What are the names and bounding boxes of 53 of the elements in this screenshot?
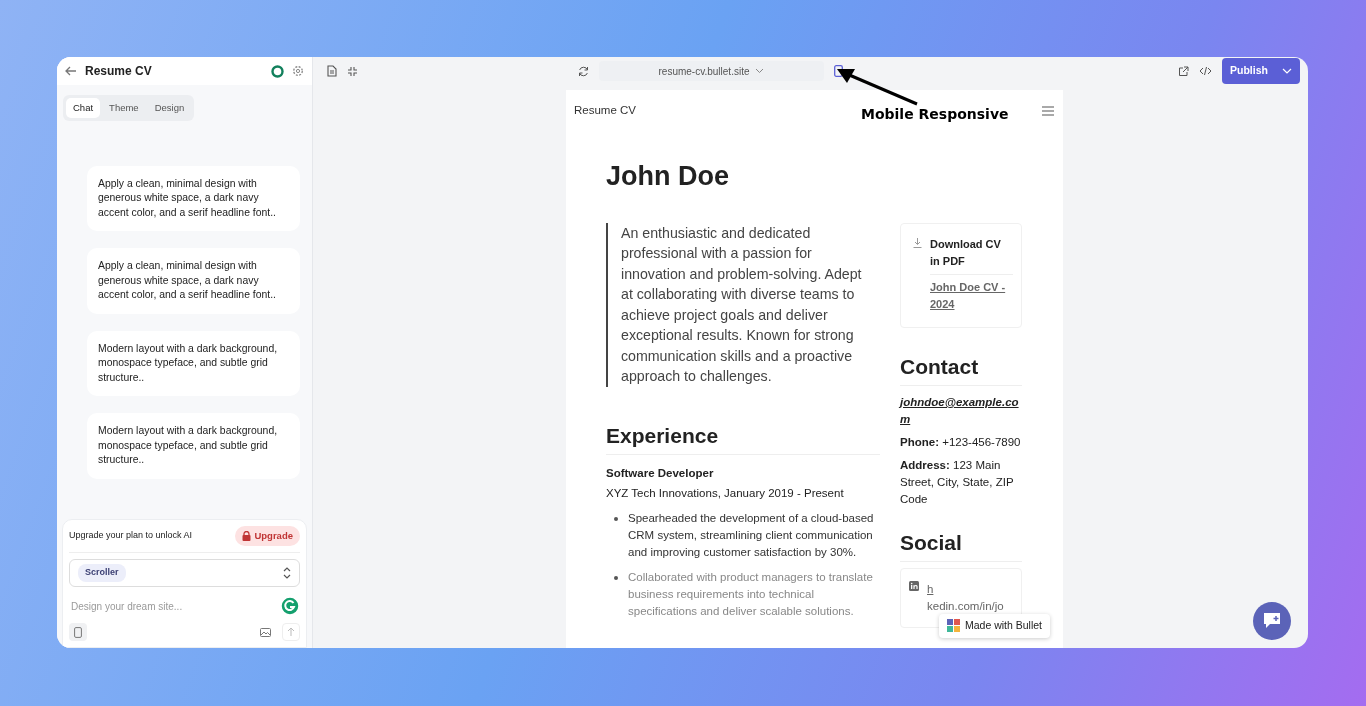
summary-text: An enthusiastic and dedicated professional with a passion for innovation and problem-solving. Adept at collaborating with diverse teams to achieve project goals and deliver exceptional results. Known for strong communication skills and a proactive approach to challenges.	[606, 222, 880, 387]
section-heading: Contact	[900, 353, 1022, 386]
caret-icon	[755, 68, 765, 74]
code-icon[interactable]	[1199, 66, 1212, 76]
settings-icon[interactable]	[292, 65, 304, 77]
chat-message: Modern layout with a dark background, monospace typeface, and subtle grid structure..	[87, 330, 300, 397]
refresh-icon[interactable]	[578, 65, 589, 77]
tab[interactable]: Theme	[102, 98, 146, 119]
page-icon[interactable]	[327, 65, 337, 77]
section-heading: Experience	[606, 422, 880, 455]
achievement-item: Spearheaded the development of a cloud-based CRM system, streamlining client communication and improving customer satisfaction by 30%.	[628, 511, 875, 561]
site-title: Resume CV	[574, 103, 636, 119]
chat-message: Apply a clean, minimal design with generous white space, a dark navy accent color, and a serif headline font..	[87, 165, 300, 232]
contact-detail: Address: 123 Main Street, City, State, ZIP Code	[900, 457, 1015, 507]
chat-button[interactable]	[1253, 602, 1291, 640]
contact-detail: Phone: +123-456-7890	[900, 434, 1022, 450]
back-arrow-icon[interactable]	[65, 66, 77, 76]
made-with-badge[interactable]: Made with Bullet	[939, 614, 1051, 638]
bullet-icon	[614, 517, 618, 522]
social-link[interactable]: h	[927, 582, 934, 595]
logo-icon	[947, 619, 960, 633]
job-title: Software Developer	[606, 465, 715, 481]
annotation-label: Mobile Responsive	[861, 105, 1009, 124]
chat-message: Modern layout with a dark background, monospace typeface, and subtle grid structure..	[87, 413, 300, 479]
tab[interactable]: Chat	[66, 98, 101, 119]
caret-icon	[1282, 68, 1292, 74]
linkedin-icon[interactable]	[909, 580, 919, 591]
section-heading: Social	[900, 529, 1022, 562]
lock-icon	[242, 530, 252, 541]
download-title: Download CV in PDF	[930, 235, 1013, 275]
menu-icon[interactable]	[1042, 106, 1054, 116]
chat-icon	[1262, 612, 1282, 630]
upgrade-note: Upgrade your plan to unlock AI	[69, 529, 193, 543]
chat-message: Apply a clean, minimal design with generous white space, a dark navy accent color, and a serif headline font..	[87, 248, 300, 314]
bullet-icon	[614, 576, 618, 581]
collapse-icon[interactable]	[347, 65, 358, 77]
tab[interactable]: Design	[147, 98, 192, 119]
publish-button[interactable]: Publish	[1222, 58, 1300, 84]
project-title: Resume CV	[85, 63, 153, 80]
person-name: John Doe	[606, 160, 730, 193]
download-link[interactable]: John Doe CV - 2024	[930, 278, 1013, 313]
grammar-icon[interactable]	[280, 596, 300, 616]
chevron-icon	[283, 567, 291, 579]
job-details: XYZ Tech Innovations, January 2019 - Present	[606, 485, 845, 501]
download-icon[interactable]	[913, 237, 922, 248]
url-dropdown[interactable]: resume-cv.bullet.site	[599, 61, 824, 81]
mobile-icon[interactable]	[834, 65, 843, 77]
social-link-text: kedin.com/in/jo	[927, 599, 1004, 612]
email-link[interactable]: johndoe@example.com	[900, 393, 1022, 428]
mode-select[interactable]: Scroller	[69, 559, 300, 587]
external-link-icon[interactable]	[1178, 65, 1189, 77]
achievement-item: Collaborated with product managers to translate business requirements into technical specifications and deliver scalable solutions.	[628, 570, 874, 620]
upgrade-button[interactable]: Upgrade	[235, 525, 300, 546]
